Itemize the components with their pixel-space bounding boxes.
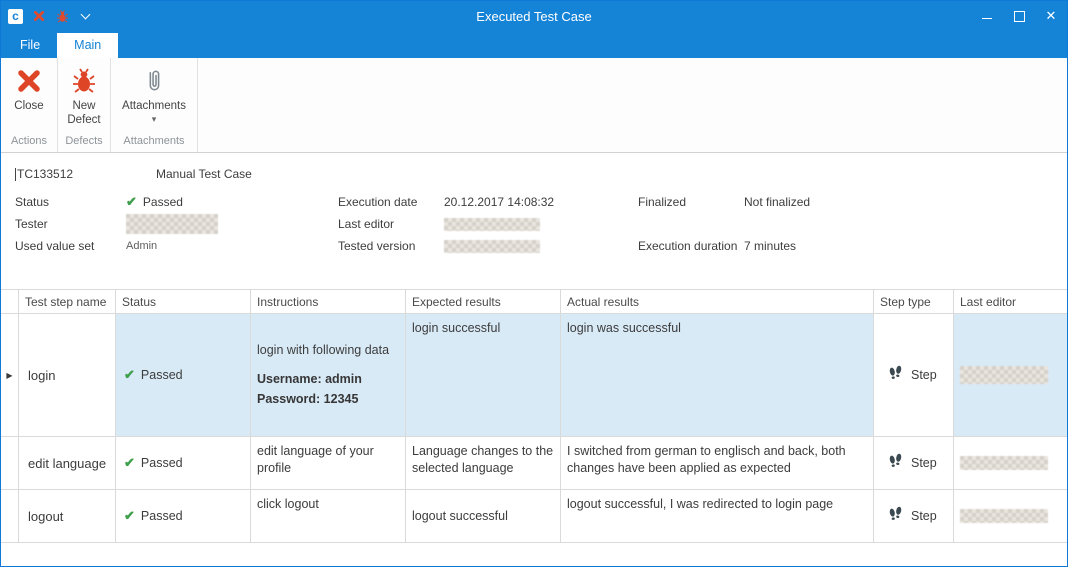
- cell-step-type[interactable]: Step: [874, 314, 954, 436]
- cell-instructions[interactable]: edit language of your profile: [251, 437, 406, 489]
- execution-date-value: 20.12.2017 14:08:32: [444, 195, 638, 209]
- row-indicator-header: [1, 290, 19, 313]
- table-row-edit-language[interactable]: edit language Passed edit language of yo…: [1, 437, 1067, 490]
- check-icon: [126, 194, 137, 210]
- ribbon-tab-row: File Main: [1, 31, 1067, 58]
- column-header-last-editor[interactable]: Last editor: [954, 290, 1067, 313]
- check-icon: [124, 508, 135, 524]
- attachments-dropdown-chevron-icon[interactable]: [152, 115, 157, 124]
- cell-last-editor-redacted[interactable]: [954, 314, 1067, 436]
- cell-expected-results[interactable]: logout successful: [406, 490, 561, 542]
- app-logo-icon[interactable]: [8, 9, 23, 24]
- ribbon: Close Actions Ne: [1, 58, 1067, 153]
- bug-icon: [71, 66, 97, 96]
- test-case-details: TC133512 Manual Test Case Status Passed …: [1, 153, 1067, 289]
- cell-step-name[interactable]: edit language: [19, 437, 116, 489]
- maximize-button[interactable]: [1003, 1, 1035, 31]
- row-arrow-icon: [6, 371, 12, 380]
- tested-version-label: Tested version: [338, 239, 444, 253]
- minimize-button[interactable]: [971, 1, 1003, 31]
- grid-header-row: Test step name Status Instructions Expec…: [1, 290, 1067, 314]
- quick-new-defect-bug-icon[interactable]: [55, 9, 69, 23]
- check-icon: [124, 367, 135, 383]
- test-steps-grid: Test step name Status Instructions Expec…: [1, 289, 1067, 566]
- cell-instructions[interactable]: login with following data Username: admi…: [251, 314, 406, 436]
- paperclip-icon: [143, 66, 165, 96]
- execution-date-label: Execution date: [338, 195, 444, 209]
- ribbon-group-actions: Close Actions: [1, 58, 58, 152]
- close-button-label: Close: [14, 99, 43, 113]
- execution-duration-label: Execution duration: [638, 239, 744, 253]
- status-label: Status: [15, 195, 126, 209]
- quick-close-red-x-icon[interactable]: [32, 9, 46, 23]
- close-button[interactable]: Close: [5, 64, 53, 115]
- column-header-status[interactable]: Status: [116, 290, 251, 313]
- new-defect-button-label: New Defect: [64, 99, 104, 128]
- cell-step-type[interactable]: Step: [874, 437, 954, 489]
- test-case-id-field[interactable]: TC133512: [15, 167, 156, 181]
- quick-access-toolbar: [1, 9, 92, 24]
- cell-status[interactable]: Passed: [116, 314, 251, 436]
- app-window: Executed Test Case File Main Close Actio…: [0, 0, 1068, 567]
- footprints-icon: [887, 453, 904, 473]
- new-defect-button[interactable]: New Defect: [62, 64, 106, 130]
- cell-step-name[interactable]: logout: [19, 490, 116, 542]
- column-header-actual-results[interactable]: Actual results: [561, 290, 874, 313]
- tab-file[interactable]: File: [3, 33, 57, 58]
- red-x-icon: [16, 66, 42, 96]
- test-case-type: Manual Test Case: [156, 167, 252, 181]
- column-header-expected-results[interactable]: Expected results: [406, 290, 561, 313]
- table-row-login[interactable]: login Passed login with following data U…: [1, 314, 1067, 437]
- row-indicator: [1, 437, 19, 489]
- used-value-set-value: Admin: [126, 240, 338, 252]
- column-header-step-type[interactable]: Step type: [874, 290, 954, 313]
- window-close-button[interactable]: [1035, 1, 1067, 31]
- finalized-label: Finalized: [638, 195, 744, 209]
- group-label-defects: Defects: [58, 133, 110, 152]
- ribbon-group-attachments: Attachments Attachments: [111, 58, 198, 152]
- footprints-icon: [887, 365, 904, 385]
- check-icon: [124, 455, 135, 471]
- cell-status[interactable]: Passed: [116, 437, 251, 489]
- group-label-attachments: Attachments: [111, 133, 197, 152]
- customize-toolbar-chevron-icon[interactable]: [78, 9, 92, 23]
- title-bar: Executed Test Case: [1, 1, 1067, 31]
- cell-last-editor-redacted[interactable]: [954, 490, 1067, 542]
- used-value-set-label: Used value set: [15, 239, 126, 253]
- cell-status[interactable]: Passed: [116, 490, 251, 542]
- cell-expected-results[interactable]: login successful: [406, 314, 561, 436]
- selected-row-indicator: [1, 314, 19, 436]
- cell-actual-results[interactable]: logout successful, I was redirected to l…: [561, 490, 874, 542]
- column-header-instructions[interactable]: Instructions: [251, 290, 406, 313]
- group-label-actions: Actions: [1, 133, 57, 152]
- tested-version-value-redacted: [444, 240, 638, 253]
- footprints-icon: [887, 506, 904, 526]
- cell-instructions[interactable]: click logout: [251, 490, 406, 542]
- attachments-button[interactable]: Attachments: [115, 64, 193, 126]
- finalized-value: Not finalized: [744, 195, 1067, 209]
- cell-actual-results[interactable]: login was successful: [561, 314, 874, 436]
- cell-actual-results[interactable]: I switched from german to englisch and b…: [561, 437, 874, 489]
- cell-step-name[interactable]: login: [19, 314, 116, 436]
- attachments-button-label: Attachments: [122, 99, 186, 113]
- ribbon-group-defects: New Defect Defects: [58, 58, 111, 152]
- cell-expected-results[interactable]: Language changes to the selected languag…: [406, 437, 561, 489]
- column-header-test-step-name[interactable]: Test step name: [19, 290, 116, 313]
- window-title: Executed Test Case: [1, 9, 1067, 24]
- cell-last-editor-redacted[interactable]: [954, 437, 1067, 489]
- execution-duration-value: 7 minutes: [744, 239, 1067, 253]
- last-editor-value-redacted: [444, 218, 638, 231]
- window-controls: [971, 1, 1067, 31]
- last-editor-label: Last editor: [338, 217, 444, 231]
- tester-value-redacted: [126, 214, 338, 234]
- row-indicator: [1, 490, 19, 542]
- status-value: Passed: [126, 194, 338, 210]
- tester-label: Tester: [15, 217, 126, 231]
- table-row-logout[interactable]: logout Passed click logout logout succes…: [1, 490, 1067, 543]
- cell-step-type[interactable]: Step: [874, 490, 954, 542]
- tab-main[interactable]: Main: [57, 33, 118, 58]
